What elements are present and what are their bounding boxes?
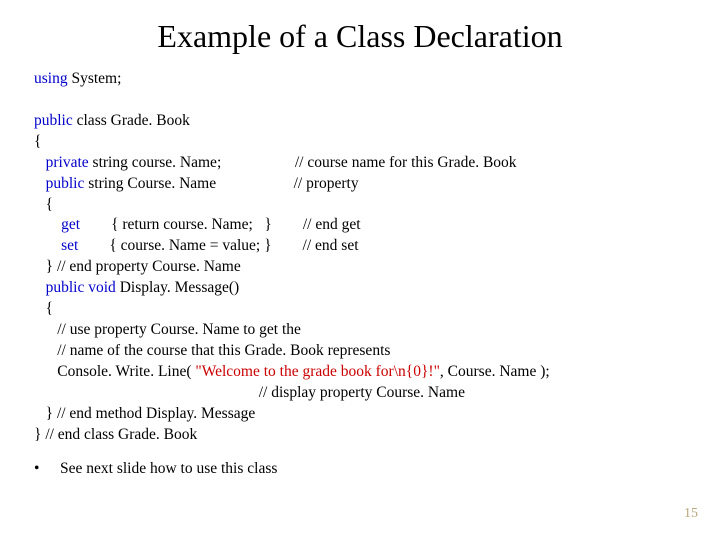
code-text: string course. Name; // course name for …: [89, 154, 517, 171]
slide-title: Example of a Class Declaration: [34, 18, 686, 55]
string-literal: "Welcome to the grade book for\n{0}!": [195, 363, 440, 380]
code-text: , Course. Name );: [440, 363, 550, 380]
code-text: class Grade. Book: [73, 112, 190, 129]
code-text: string Course. Name // property: [84, 175, 358, 192]
code-text: } // end class Grade. Book: [34, 426, 197, 443]
code-block: using System; public class Grade. Book {…: [34, 69, 686, 446]
code-text: [34, 237, 61, 254]
code-text: { return course. Name; } // end get: [80, 216, 360, 233]
code-text: {: [34, 133, 41, 150]
bullet-row: •See next slide how to use this class: [34, 460, 686, 478]
bullet-dot-icon: •: [34, 460, 60, 478]
kw-using: using: [34, 70, 68, 87]
code-text: Console. Write. Line(: [34, 363, 195, 380]
code-text: {: [34, 300, 53, 317]
code-text: System;: [68, 70, 122, 87]
page-number: 15: [684, 506, 698, 522]
code-text: } // end method Display. Message: [34, 405, 255, 422]
kw-private: private: [34, 154, 89, 171]
code-text: // use property Course. Name to get the: [34, 321, 301, 338]
code-text: Display. Message(): [116, 279, 239, 296]
kw-get: get: [61, 216, 80, 233]
kw-public: public: [34, 175, 84, 192]
code-text: // display property Course. Name: [34, 384, 465, 401]
code-text: {: [34, 196, 53, 213]
slide: Example of a Class Declaration using Sys…: [0, 0, 720, 540]
kw-set: set: [61, 237, 78, 254]
kw-public: public: [34, 112, 73, 129]
kw-public-void: public void: [34, 279, 116, 296]
code-text: } // end property Course. Name: [34, 258, 241, 275]
code-text: // name of the course that this Grade. B…: [34, 342, 390, 359]
bullet-text: See next slide how to use this class: [60, 460, 277, 477]
code-text: [34, 216, 61, 233]
code-text: { course. Name = value; } // end set: [78, 237, 358, 254]
